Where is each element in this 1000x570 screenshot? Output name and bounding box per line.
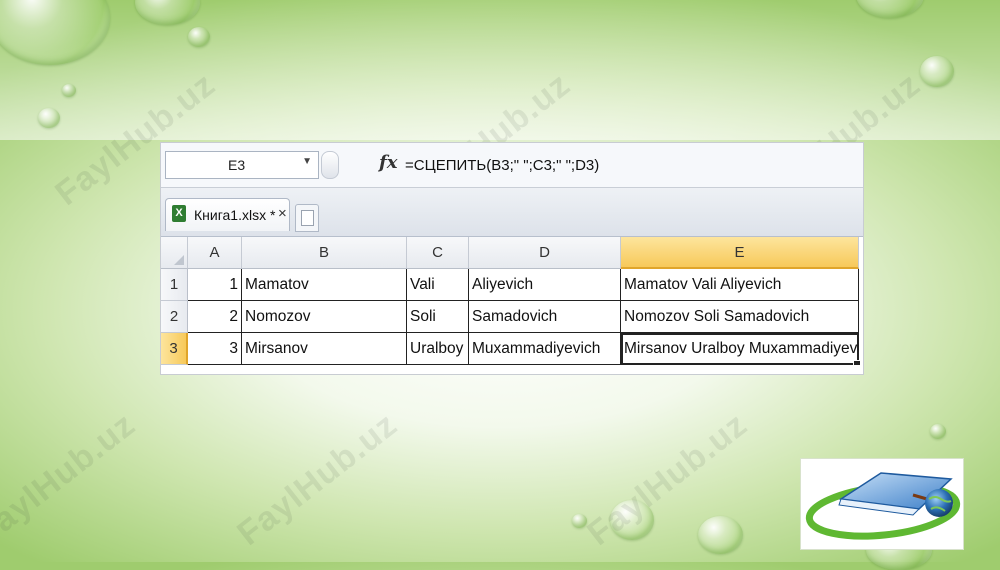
water-drop-decoration [188, 27, 210, 47]
new-document-icon [301, 210, 314, 226]
logo [800, 458, 964, 550]
name-box[interactable]: E3 ▼ [165, 151, 319, 179]
select-all-button[interactable] [161, 237, 188, 269]
column-header-a[interactable]: A [188, 237, 242, 269]
cell-c2[interactable]: Soli [407, 301, 469, 333]
cell-a2[interactable]: 2 [188, 301, 242, 333]
cell-d3[interactable]: Muxammadiyevich [469, 333, 621, 365]
tab-workbook[interactable]: X Книга1.xlsx * × [165, 198, 290, 231]
water-drop-decoration [62, 84, 76, 97]
cell-a1[interactable]: 1 [188, 269, 242, 301]
water-drop-decoration [930, 424, 946, 439]
cell-e1[interactable]: Mamatov Vali Aliyevich [621, 269, 859, 301]
column-header-e[interactable]: E [621, 237, 859, 269]
column-header-d[interactable]: D [469, 237, 621, 269]
close-icon[interactable]: × [278, 205, 287, 222]
cell-c1[interactable]: Vali [407, 269, 469, 301]
insert-function-icon[interactable]: fx [379, 152, 397, 173]
cell-d2[interactable]: Samadovich [469, 301, 621, 333]
cell-b2[interactable]: Nomozov [242, 301, 407, 333]
cell-grid: A B C D E 1 1 Mamatov Vali Aliyevich Mam… [161, 237, 863, 374]
watermark-text: FaylHub.uz [0, 405, 143, 553]
cell-a3[interactable]: 3 [188, 333, 242, 365]
water-drop-decoration [38, 108, 60, 128]
book-globe-logo-icon [805, 472, 961, 540]
new-document-button[interactable] [295, 204, 319, 232]
cell-d1[interactable]: Aliyevich [469, 269, 621, 301]
formula-bar-splitter[interactable] [321, 151, 339, 179]
cell-e3-selected[interactable]: Mirsanov Uralboy Muxammadiyevich [621, 333, 859, 365]
cell-c3[interactable]: Uralboy [407, 333, 469, 365]
row-header-2[interactable]: 2 [161, 301, 188, 333]
chevron-down-icon[interactable]: ▼ [302, 156, 312, 167]
spreadsheet-window: E3 ▼ fx =СЦЕПИТЬ(B3;" ";C3;" ";D3) X Кни… [160, 142, 864, 375]
document-tab-strip: X Книга1.xlsx * × [161, 188, 863, 237]
cell-b3[interactable]: Mirsanov [242, 333, 407, 365]
next-row-partial [161, 365, 863, 374]
column-header-b[interactable]: B [242, 237, 407, 269]
tab-label: Книга1.xlsx * [194, 207, 276, 223]
cell-b1[interactable]: Mamatov [242, 269, 407, 301]
excel-file-icon: X [172, 205, 186, 222]
cell-e2[interactable]: Nomozov Soli Samadovich [621, 301, 859, 333]
water-drop-decoration [920, 56, 954, 87]
row-header-1[interactable]: 1 [161, 269, 188, 301]
name-box-value: E3 [228, 157, 246, 173]
column-header-c[interactable]: C [407, 237, 469, 269]
watermark-text: FaylHub.uz [230, 405, 405, 553]
formula-bar: E3 ▼ fx =СЦЕПИТЬ(B3;" ";C3;" ";D3) [161, 143, 863, 188]
water-drop-decoration [698, 516, 743, 554]
formula-input[interactable]: =СЦЕПИТЬ(B3;" ";C3;" ";D3) [405, 157, 599, 174]
row-header-3[interactable]: 3 [161, 333, 188, 365]
